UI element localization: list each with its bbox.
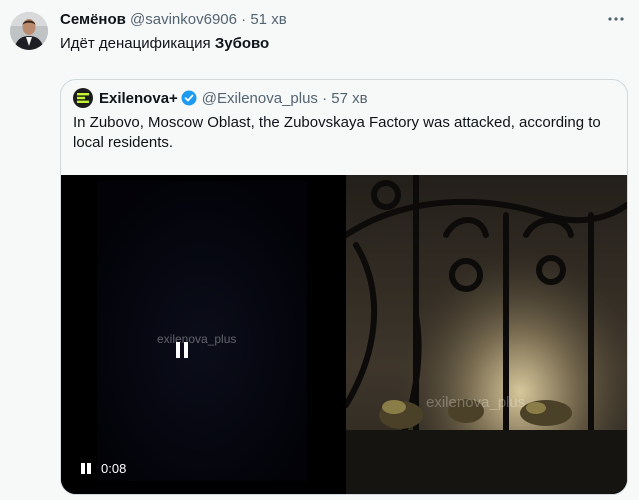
- quoted-tweet[interactable]: Exilenova+ @Exilenova_plus · 57 хв In Zu…: [60, 79, 628, 495]
- avatar[interactable]: [10, 12, 48, 50]
- tweet-text-prefix: Идёт денацификация: [60, 35, 211, 52]
- quoted-tweet-text: In Zubovo, Moscow Oblast, the Zubovskaya…: [73, 114, 601, 151]
- more-dots-icon[interactable]: [607, 10, 625, 33]
- pause-button[interactable]: [81, 463, 91, 474]
- author-handle[interactable]: @savinkov6906: [130, 11, 237, 28]
- tweet-text-place: Зубово: [214, 35, 270, 52]
- quoted-time[interactable]: 57 хв: [331, 90, 367, 107]
- pause-center-icon[interactable]: [175, 342, 189, 358]
- header-separator: ·: [241, 11, 247, 28]
- quoted-author-name[interactable]: Exilenova+: [99, 90, 178, 107]
- verified-badge-icon: [181, 90, 197, 106]
- author-name[interactable]: Семёнов: [60, 11, 126, 28]
- quoted-author-handle[interactable]: @Exilenova_plus: [202, 90, 318, 107]
- video-watermark-left: exilenova_plus: [157, 332, 237, 346]
- video-time: 0:08: [101, 461, 127, 476]
- video-right-panel: exilenova_plus: [343, 172, 627, 494]
- video-left-panel: exilenova_plus 0:08: [61, 175, 344, 494]
- video-player[interactable]: exilenova_plus 0:08 exilenova_plus: [61, 172, 627, 494]
- tweet-text: Идёт денацификация Зубово: [60, 35, 269, 52]
- quoted-separator: ·: [322, 89, 328, 107]
- quoted-tweet-header: Exilenova+ @Exilenova_plus · 57 хв: [73, 86, 368, 110]
- tweet-time[interactable]: 51 хв: [250, 11, 286, 28]
- video-watermark-right: exilenova_plus: [426, 394, 526, 411]
- right-frame-illustration: [343, 172, 627, 494]
- exilenova-logo-icon[interactable]: [73, 88, 93, 108]
- tweet-header: Семёнов @savinkov6906 · 51 хв: [60, 11, 287, 28]
